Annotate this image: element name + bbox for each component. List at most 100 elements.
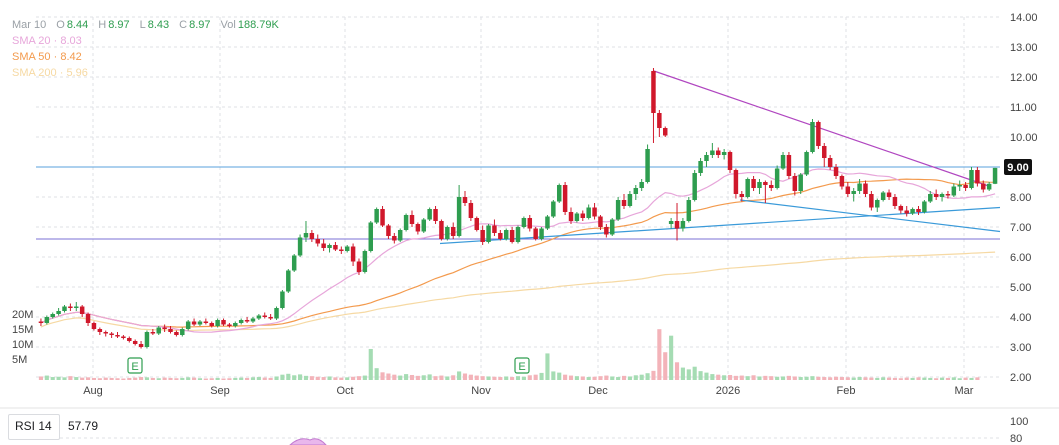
- sma20-value: 8.03: [60, 35, 82, 47]
- candle-body: [621, 200, 627, 206]
- volume-bar: [333, 377, 338, 380]
- candle-body: [174, 332, 179, 335]
- price-tick-label: 6.00: [1010, 252, 1031, 264]
- candle-body: [727, 152, 733, 170]
- volume-bar: [386, 373, 391, 380]
- volume-bar: [839, 377, 844, 380]
- earnings-markers[interactable]: EE: [127, 357, 530, 374]
- ohlc-row: Mar 10 O 8.44 H 8.97 L 8.43 C 8.97 Vol 188.79K: [12, 17, 289, 33]
- candle-body: [674, 221, 680, 229]
- candle-body: [97, 329, 103, 332]
- volume-bar: [486, 376, 491, 380]
- candle-body: [350, 246, 356, 262]
- volume-bar: [910, 377, 915, 380]
- candle-body: [574, 213, 580, 221]
- candle-body: [191, 321, 197, 325]
- volume-bar: [828, 377, 833, 380]
- candle-body: [486, 225, 491, 242]
- candle-body: [857, 183, 862, 191]
- month-label: Dec: [588, 385, 608, 397]
- volume-bar: [539, 372, 544, 380]
- volume-bar: [763, 375, 768, 380]
- candle-body: [774, 168, 780, 188]
- volume-bar: [292, 375, 297, 380]
- price-tick-label: 2.00: [1010, 372, 1031, 384]
- volume-bar: [374, 368, 379, 380]
- volume-bar: [168, 377, 173, 380]
- candle-body: [315, 239, 320, 244]
- candle-body: [268, 317, 273, 319]
- volume-bar: [810, 376, 815, 380]
- volume-bar: [303, 375, 309, 380]
- volume-bar: [551, 371, 556, 380]
- price-tick-label: 11.00: [1010, 102, 1037, 114]
- candle-body: [227, 324, 232, 326]
- candle-body: [704, 155, 709, 161]
- month-label: Nov: [471, 385, 491, 397]
- volume-bar: [398, 375, 403, 380]
- volume-bar: [451, 375, 456, 380]
- candle-body: [238, 320, 244, 323]
- high-value: 8.97: [108, 19, 130, 31]
- candle-body: [839, 176, 845, 187]
- close-label: C: [179, 19, 188, 31]
- volume-tick-label: 20M: [12, 309, 33, 321]
- volume-bar: [103, 377, 108, 380]
- open-value: 8.44: [66, 19, 89, 31]
- candle-body: [409, 215, 415, 224]
- candle-body: [344, 246, 350, 251]
- volume-bar: [616, 377, 621, 380]
- candle-body: [580, 213, 586, 218]
- candle-body: [556, 185, 562, 202]
- candle-body: [898, 206, 904, 211]
- candle-body: [439, 221, 444, 239]
- volume-bar: [421, 375, 426, 380]
- volume-bar: [115, 378, 120, 380]
- volume-bar: [869, 377, 874, 380]
- candle-body: [615, 200, 621, 220]
- volume-bar: [963, 377, 968, 380]
- candle-body: [686, 200, 692, 221]
- open-label: O: [56, 19, 65, 31]
- volume-bar: [969, 377, 974, 380]
- low-label: L: [139, 19, 146, 31]
- volume-bar: [139, 377, 144, 380]
- candle-body: [710, 150, 715, 155]
- volume-bar: [227, 378, 232, 380]
- candle-body: [38, 321, 44, 323]
- volume-bar: [604, 375, 609, 380]
- volume-bar: [934, 378, 939, 380]
- volume-bar: [928, 377, 933, 380]
- candle-body: [845, 186, 851, 194]
- volume-bar: [186, 377, 191, 380]
- low-value: 8.43: [147, 19, 170, 31]
- candle-body: [910, 209, 915, 214]
- volume-bar: [780, 376, 786, 380]
- candle-body: [103, 332, 108, 334]
- candle-body: [780, 155, 786, 169]
- candle-body: [433, 209, 438, 221]
- candle-body: [209, 323, 214, 326]
- volume-bar: [727, 374, 733, 380]
- volume-bar: [598, 376, 603, 380]
- candle-body: [297, 237, 303, 256]
- candle-body: [957, 185, 962, 187]
- candle-body: [109, 333, 114, 335]
- volume-bar: [704, 372, 709, 380]
- rsi-value: 57.79: [68, 419, 99, 433]
- candle-body: [85, 314, 91, 323]
- volume-bar: [886, 377, 892, 380]
- volume-bar: [757, 376, 762, 380]
- volume-bar: [44, 375, 49, 380]
- candle-body: [221, 320, 226, 325]
- month-label: Oct: [336, 385, 353, 397]
- volume-bar: [775, 376, 780, 380]
- sma200-line: [40, 251, 996, 332]
- volume-bar: [574, 376, 579, 380]
- volume-bar: [898, 378, 903, 380]
- volume-bar: [462, 373, 468, 380]
- volume-bar: [109, 377, 114, 380]
- candle-body: [421, 219, 427, 232]
- volume-bar: [468, 374, 473, 380]
- volume-bar: [568, 375, 574, 380]
